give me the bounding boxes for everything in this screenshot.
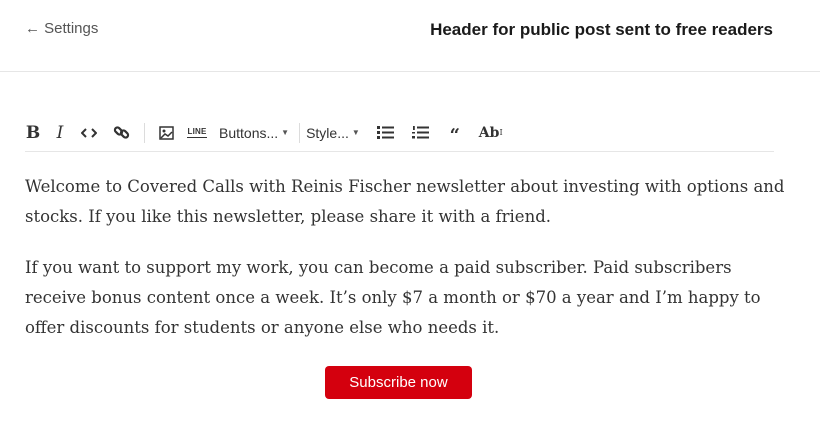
link-icon[interactable] [112, 120, 130, 146]
toolbar-divider [299, 122, 301, 143]
horizontal-line-button[interactable]: LINE [187, 120, 207, 146]
editor-paragraph: Welcome to Covered Calls with Reinis Fis… [25, 177, 785, 226]
text-transform-button[interactable]: Ab I [479, 120, 503, 146]
bold-button[interactable]: B [25, 120, 41, 146]
back-to-settings-link[interactable]: ← Settings [25, 20, 98, 37]
post-header-editor[interactable]: Welcome to Covered Calls with Reinis Fis… [25, 172, 785, 364]
caret-down-icon: ▼ [351, 128, 360, 137]
caret-down-icon: ▼ [281, 128, 290, 137]
buttons-dropdown[interactable]: Buttons... ▼ [219, 120, 289, 146]
style-dropdown-label: Style... [306, 124, 349, 141]
italic-button[interactable]: I [54, 120, 66, 146]
image-icon[interactable] [157, 120, 175, 146]
ab-superscript: I [499, 128, 503, 137]
blockquote-button[interactable]: “ [447, 120, 463, 146]
style-dropdown[interactable]: Style... ▼ [306, 120, 360, 146]
line-label: LINE [187, 126, 207, 138]
code-icon[interactable] [80, 120, 98, 146]
bulleted-list-icon[interactable] [377, 120, 395, 146]
buttons-dropdown-label: Buttons... [219, 124, 279, 141]
editor-paragraph: If you want to support my work, you can … [25, 258, 761, 337]
editor-toolbar: B I LINE Buttons... ▼ Style... ▼ “ Ab I [25, 114, 774, 152]
top-bar: ← Settings Header for public post sent t… [0, 0, 820, 72]
page-title: Header for public post sent to free read… [430, 20, 773, 39]
ab-label: Ab [478, 124, 500, 141]
numbered-list-icon[interactable] [412, 120, 430, 146]
toolbar-divider [144, 122, 145, 143]
subscribe-now-button[interactable]: Subscribe now [325, 366, 472, 399]
